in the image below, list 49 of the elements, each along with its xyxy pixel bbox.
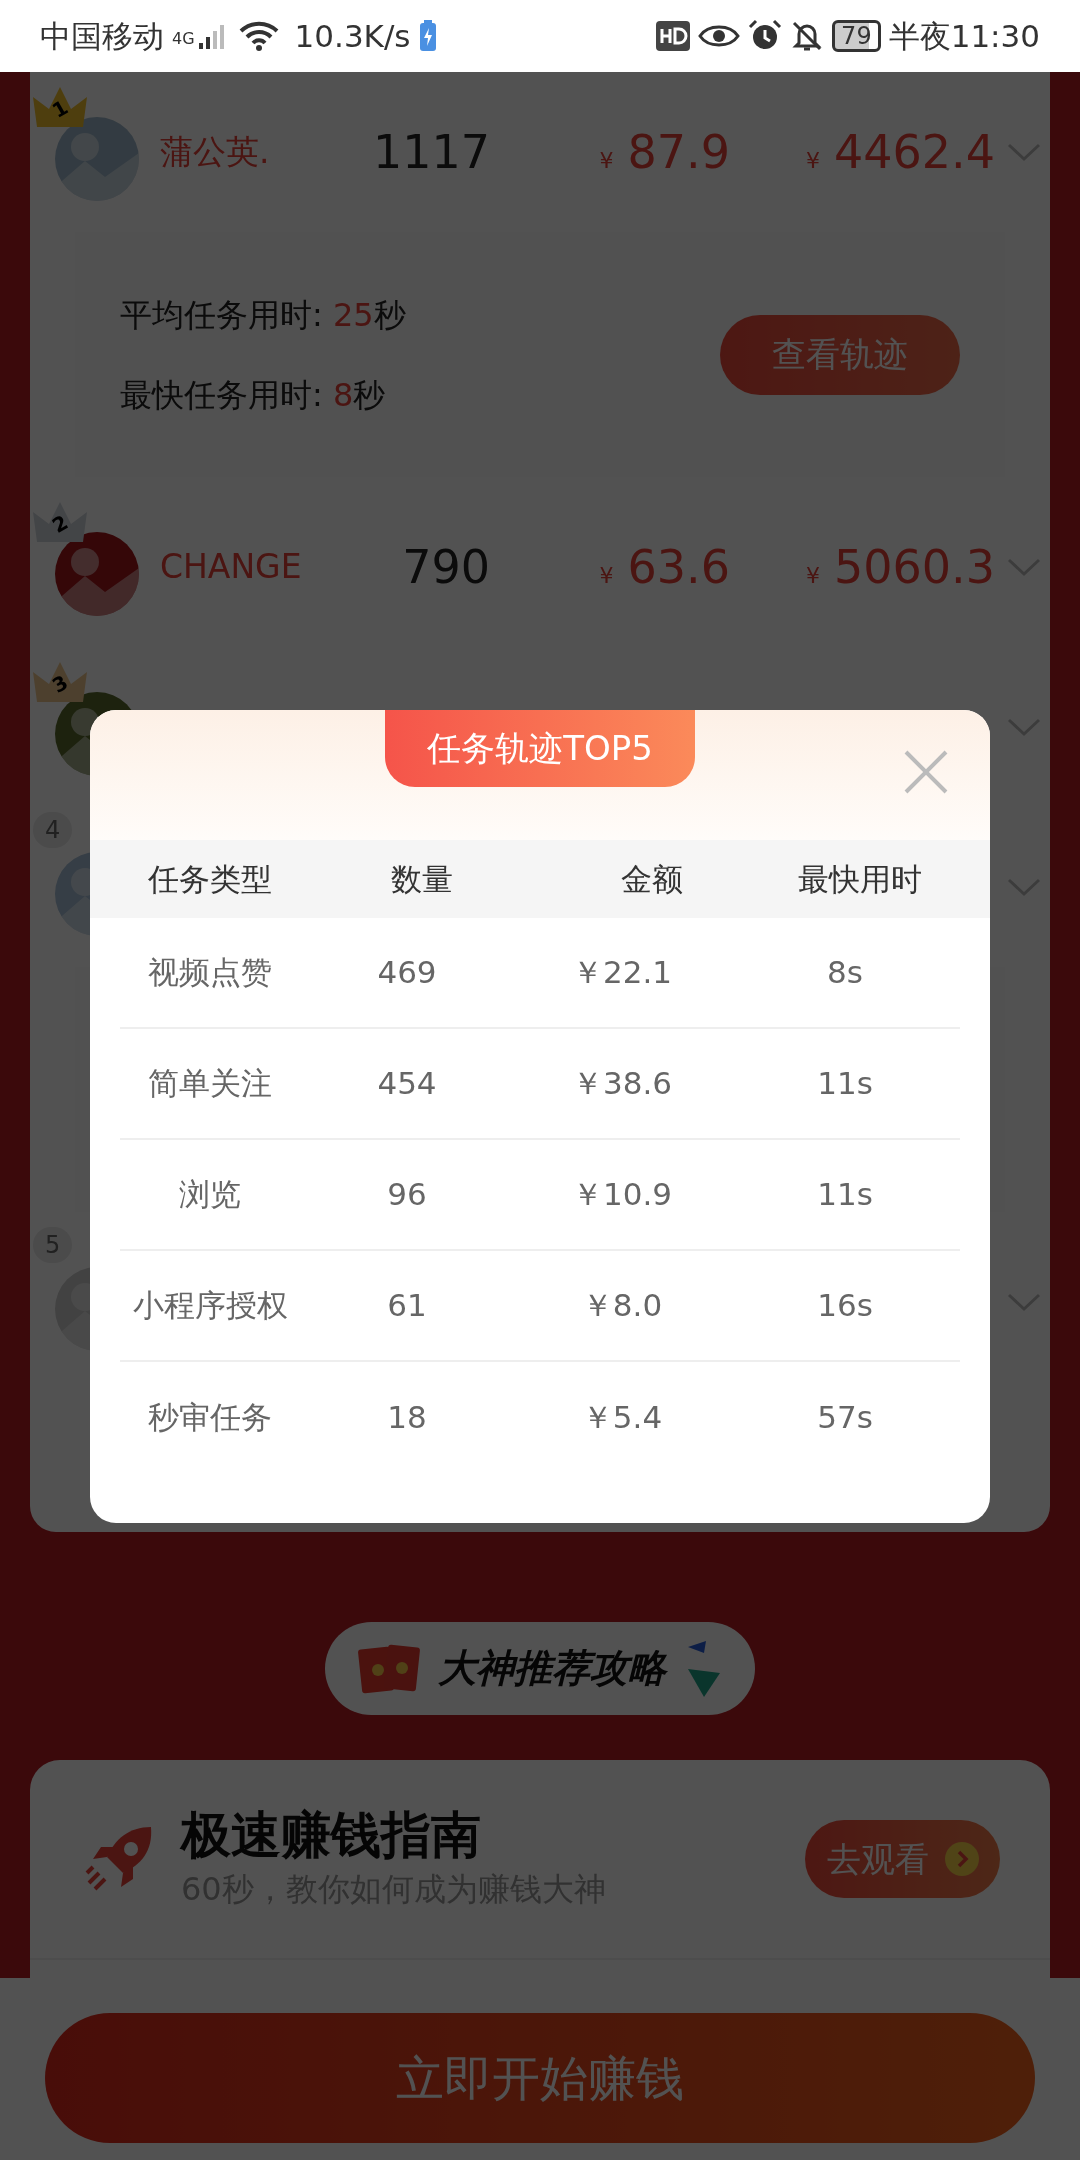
wifi-icon (238, 20, 279, 52)
table-cell: 16s (817, 1287, 873, 1324)
table-cell: 57s (817, 1399, 873, 1436)
table-cell: 18 (387, 1399, 427, 1436)
start-earning-button[interactable]: 立即开始赚钱 (45, 2013, 1035, 2143)
column-header: 任务类型 (147, 859, 273, 899)
column-header: 金额 (620, 859, 684, 899)
table-cell: 简单关注 (148, 1065, 272, 1102)
column-header: 数量 (390, 859, 454, 899)
table-cell: 469 (377, 954, 437, 991)
table-cell: 454 (377, 1065, 437, 1102)
guide-title: 极速赚钱指南 (181, 1805, 482, 1865)
total-amount: ¥ 4462.4 (806, 124, 995, 179)
table-cell: 61 (387, 1287, 427, 1324)
task-count: 790 (402, 539, 490, 594)
bell-off-icon (790, 19, 825, 53)
table-cell: 小程序授权 (132, 1287, 288, 1324)
table-cell: ￥22.1 (572, 954, 672, 991)
arrow-right-icon (944, 1842, 979, 1876)
strategy-banner[interactable]: 大神推荐攻略 (325, 1622, 755, 1715)
reward-amount: ¥ 87.9 (599, 124, 730, 179)
carrier-name: 中国移动 (40, 16, 164, 56)
column-header: 最快用时 (797, 859, 923, 899)
table-cell: ￥10.9 (572, 1176, 672, 1213)
close-icon[interactable] (902, 748, 950, 796)
table-cell: 秒审任务 (148, 1399, 272, 1436)
table-cell: 8s (827, 954, 863, 991)
table-cell: 11s (817, 1176, 873, 1213)
total-amount: ¥ 5060.3 (806, 539, 995, 594)
table-cell: 11s (817, 1065, 873, 1102)
hd-icon (656, 21, 691, 51)
clock-time: 半夜11:30 (888, 16, 1040, 56)
table-cell: 视频点赞 (148, 954, 272, 991)
modal-title: 任务轨迹TOP5 (385, 710, 695, 787)
network-speed: 10.3K/s (294, 16, 411, 56)
task-time-stat: 平均任务用时: 25秒 (120, 298, 406, 331)
table-cell: 96 (387, 1176, 427, 1213)
user-name: 蒲公英. (160, 132, 270, 172)
reward-amount: ¥ 63.6 (599, 539, 730, 594)
task-time-stat: 最快任务用时: 8秒 (120, 378, 387, 411)
table-cell: 浏览 (179, 1176, 241, 1213)
task-count: 1117 (372, 124, 490, 179)
battery-charging-icon (418, 20, 437, 52)
network-type: 4G (172, 27, 195, 50)
battery-indicator: 79 (832, 20, 881, 52)
table-cell: ￥8.0 (581, 1287, 663, 1324)
table-cell: ￥5.4 (581, 1399, 663, 1436)
user-name: CHANGE (160, 547, 302, 587)
table-cell: ￥38.6 (572, 1065, 672, 1102)
